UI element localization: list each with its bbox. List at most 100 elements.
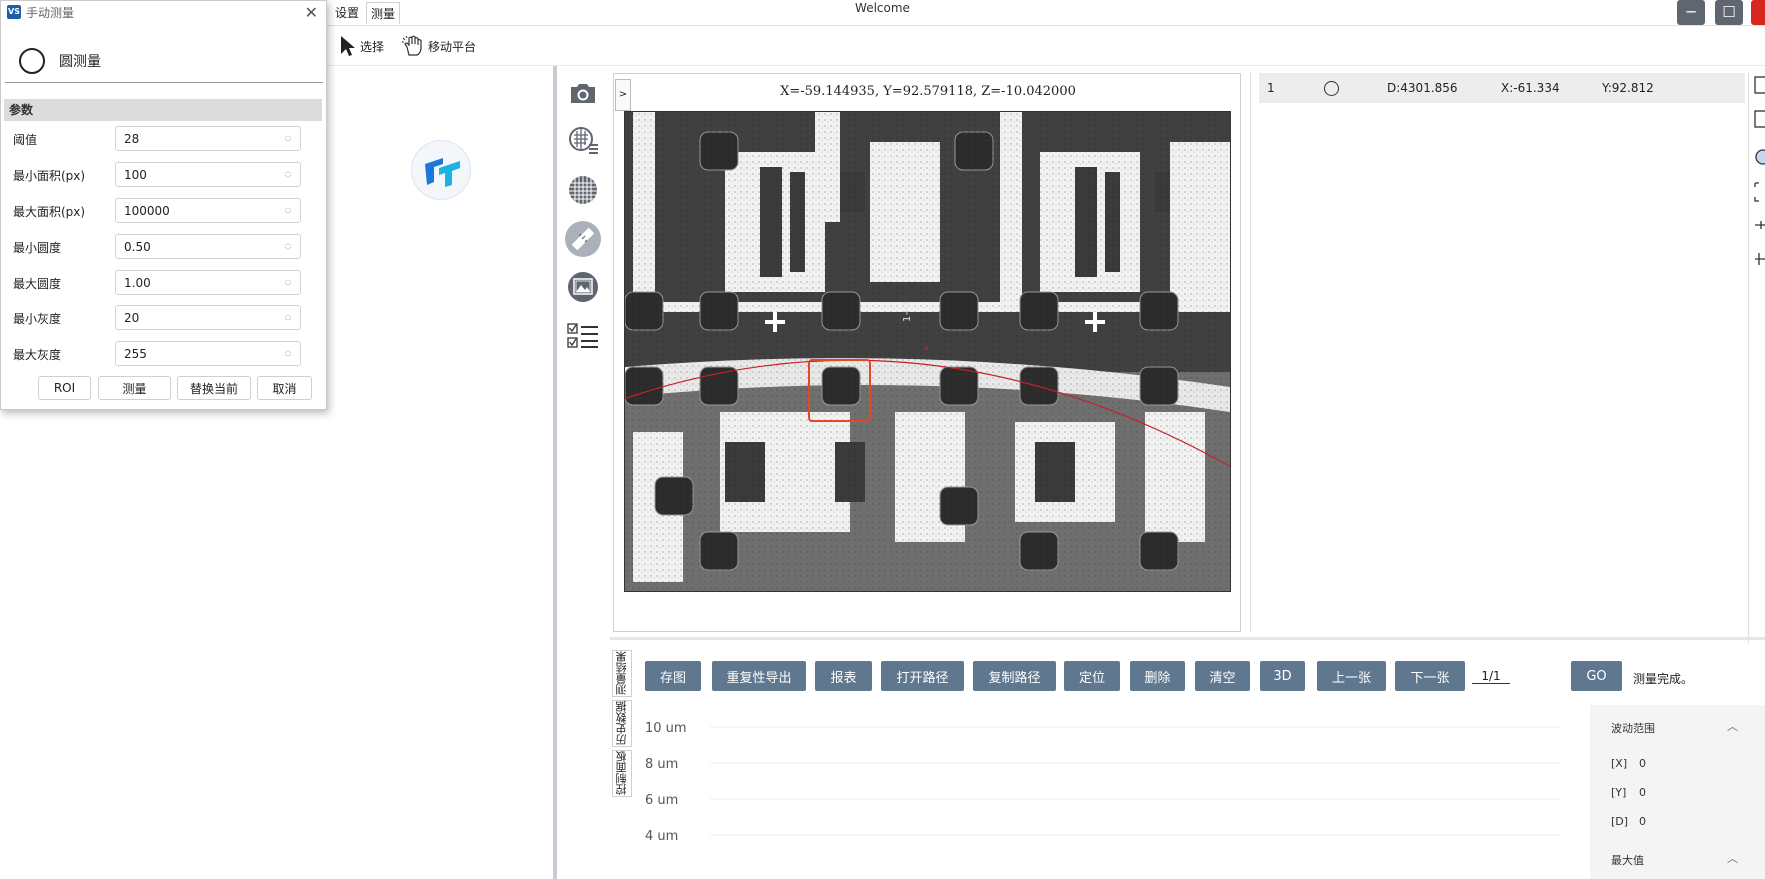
save-image-button[interactable]: 存图 bbox=[645, 661, 701, 691]
logo-icon bbox=[425, 158, 460, 187]
results-panel: 1 D:4301.856 X:-61.334 Y:92.812 bbox=[1250, 73, 1745, 632]
tab-measure-results[interactable]: 测量结果 bbox=[612, 650, 632, 697]
spinner-arrows-icon[interactable]: ︿ ﹀ bbox=[283, 167, 293, 183]
dialog-close-button[interactable]: ✕ bbox=[305, 3, 318, 22]
chevron-up-icon[interactable]: ︿ bbox=[1727, 850, 1738, 866]
dialog-heading: 圆测量 bbox=[59, 54, 101, 70]
measure-button[interactable]: 测量 bbox=[98, 376, 171, 400]
right-tools-icons bbox=[1754, 76, 1765, 265]
param-label: 最小面积(px) bbox=[13, 169, 86, 183]
result-row[interactable]: 1 D:4301.856 X:-61.334 Y:92.812 bbox=[1259, 73, 1745, 103]
page-indicator: 1/1 bbox=[1472, 669, 1510, 684]
min-roundness-input[interactable] bbox=[115, 234, 301, 259]
wafer-image[interactable]: 1+3 bbox=[614, 111, 1241, 592]
param-row-threshold: 阈值 ︿﹀ bbox=[1, 126, 328, 152]
hand-icon bbox=[402, 35, 422, 56]
replace-current-button[interactable]: 替换当前 bbox=[177, 376, 251, 400]
param-label: 阈值 bbox=[13, 133, 38, 147]
range-x-value: 0 bbox=[1639, 757, 1646, 770]
param-row-max-roundness: 最大圆度 ︿﹀ bbox=[1, 270, 328, 296]
grid-settings-icon bbox=[569, 127, 598, 154]
menu-tab-measure[interactable]: 测量 bbox=[366, 2, 401, 24]
range-y-label: [Y] bbox=[1611, 786, 1627, 799]
report-button[interactable]: 报表 bbox=[815, 661, 872, 691]
move-stage-button[interactable]: 移动平台 bbox=[401, 34, 476, 58]
right-tool-strip bbox=[1748, 73, 1765, 643]
app-logo bbox=[411, 140, 471, 200]
capture-button[interactable] bbox=[565, 75, 601, 111]
cursor-icon bbox=[341, 36, 355, 56]
checklist-button[interactable] bbox=[565, 318, 601, 354]
maximize-button[interactable]: ☐ bbox=[1715, 0, 1743, 25]
manual-measure-dialog: VS 手动测量 ✕ 圆测量 参数 阈值 ︿﹀ 最小面积(px) ︿﹀ 最大面积(… bbox=[0, 0, 327, 410]
range-y-value: 0 bbox=[1639, 786, 1646, 799]
y-tick-label: 6 um bbox=[645, 793, 678, 808]
tab-history-data[interactable]: 历史数据 bbox=[612, 700, 632, 747]
max-value-title: 最大值 bbox=[1611, 854, 1644, 867]
close-window-button[interactable] bbox=[1751, 0, 1765, 25]
param-row-min-area: 最小面积(px) ︿﹀ bbox=[1, 162, 328, 188]
param-label: 最大面积(px) bbox=[13, 205, 86, 219]
spinner-arrows-icon[interactable]: ︿ ﹀ bbox=[283, 239, 293, 255]
circle-icon bbox=[19, 48, 45, 74]
range-d-value: 0 bbox=[1639, 815, 1646, 828]
next-button[interactable]: 下一张 bbox=[1395, 661, 1465, 691]
max-gray-input[interactable] bbox=[115, 341, 301, 366]
min-area-input[interactable] bbox=[115, 162, 301, 187]
minimize-button[interactable]: ─ bbox=[1677, 0, 1705, 25]
locate-button[interactable]: 定位 bbox=[1064, 661, 1120, 691]
range-title: 波动范围 bbox=[1611, 722, 1655, 735]
result-diameter: D:4301.856 bbox=[1387, 81, 1458, 95]
coordinate-readout: X=-59.144935, Y=92.579118, Z=-10.042000 bbox=[780, 84, 1076, 99]
chevron-up-icon[interactable]: ︿ bbox=[1727, 718, 1738, 734]
result-index: 1 bbox=[1267, 81, 1275, 95]
move-stage-label: 移动平台 bbox=[428, 39, 477, 54]
y-tick-label: 8 um bbox=[645, 757, 678, 772]
delete-button[interactable]: 删除 bbox=[1130, 661, 1185, 691]
grid-settings-button[interactable] bbox=[565, 123, 601, 159]
range-x-label: [X] bbox=[1611, 757, 1628, 770]
param-label: 最大灰度 bbox=[13, 348, 62, 362]
image-frame-button[interactable] bbox=[565, 269, 601, 305]
param-row-min-gray: 最小灰度 ︿﹀ bbox=[1, 305, 328, 331]
cancel-button[interactable]: 取消 bbox=[257, 376, 312, 400]
min-gray-input[interactable] bbox=[115, 305, 301, 330]
max-roundness-input[interactable] bbox=[115, 270, 301, 295]
circle-shape-icon bbox=[1324, 81, 1339, 96]
spinner-arrows-icon[interactable]: ︿ ﹀ bbox=[283, 131, 293, 147]
wafer-image-canvas: 1+3 bbox=[614, 112, 1241, 591]
spinner-arrows-icon[interactable]: ︿ ﹀ bbox=[283, 310, 293, 326]
param-label: 最大圆度 bbox=[13, 277, 62, 291]
menu-tab-settings[interactable]: 设置 bbox=[331, 2, 363, 24]
view-3d-button[interactable]: 3D bbox=[1260, 661, 1305, 691]
spinner-arrows-icon[interactable]: ︿ ﹀ bbox=[283, 203, 293, 219]
spinner-arrows-icon[interactable]: ︿ ﹀ bbox=[283, 346, 293, 362]
roi-button[interactable]: ROI bbox=[38, 376, 91, 400]
threshold-input[interactable] bbox=[115, 126, 301, 151]
select-tool-label: 选择 bbox=[360, 39, 385, 54]
copy-path-button[interactable]: 复制路径 bbox=[973, 661, 1056, 691]
checklist-icon bbox=[567, 323, 598, 348]
clear-button[interactable]: 清空 bbox=[1195, 661, 1250, 691]
dialog-header: 圆测量 bbox=[1, 41, 328, 81]
measure-tool-button[interactable] bbox=[565, 221, 601, 257]
spinner-arrows-icon[interactable]: ︿ ﹀ bbox=[283, 275, 293, 291]
dialog-title: 手动测量 bbox=[26, 5, 75, 20]
horizontal-splitter[interactable] bbox=[610, 637, 1765, 640]
panel-splitter[interactable] bbox=[553, 66, 557, 879]
minimize-icon: ─ bbox=[1686, 3, 1696, 21]
previous-button[interactable]: 上一张 bbox=[1317, 661, 1386, 691]
param-row-min-roundness: 最小圆度 ︿﹀ bbox=[1, 234, 328, 260]
param-row-max-area: 最大面积(px) ︿﹀ bbox=[1, 198, 328, 224]
tab-control-panel[interactable]: 控制面板 bbox=[612, 750, 632, 797]
range-panel: 波动范围 ︿ [X] 0 [Y] 0 [D] 0 最大值 ︿ bbox=[1590, 705, 1765, 879]
y-tick-label: 10 um bbox=[645, 721, 687, 736]
result-y: Y:92.812 bbox=[1602, 81, 1654, 95]
mesh-grid-button[interactable] bbox=[565, 172, 601, 208]
max-area-input[interactable] bbox=[115, 198, 301, 223]
divider bbox=[5, 82, 323, 83]
go-button[interactable]: GO bbox=[1571, 661, 1622, 691]
select-tool-button[interactable]: 选择 bbox=[339, 34, 384, 58]
open-path-button[interactable]: 打开路径 bbox=[881, 661, 964, 691]
repeat-export-button[interactable]: 重复性导出 bbox=[712, 661, 806, 691]
